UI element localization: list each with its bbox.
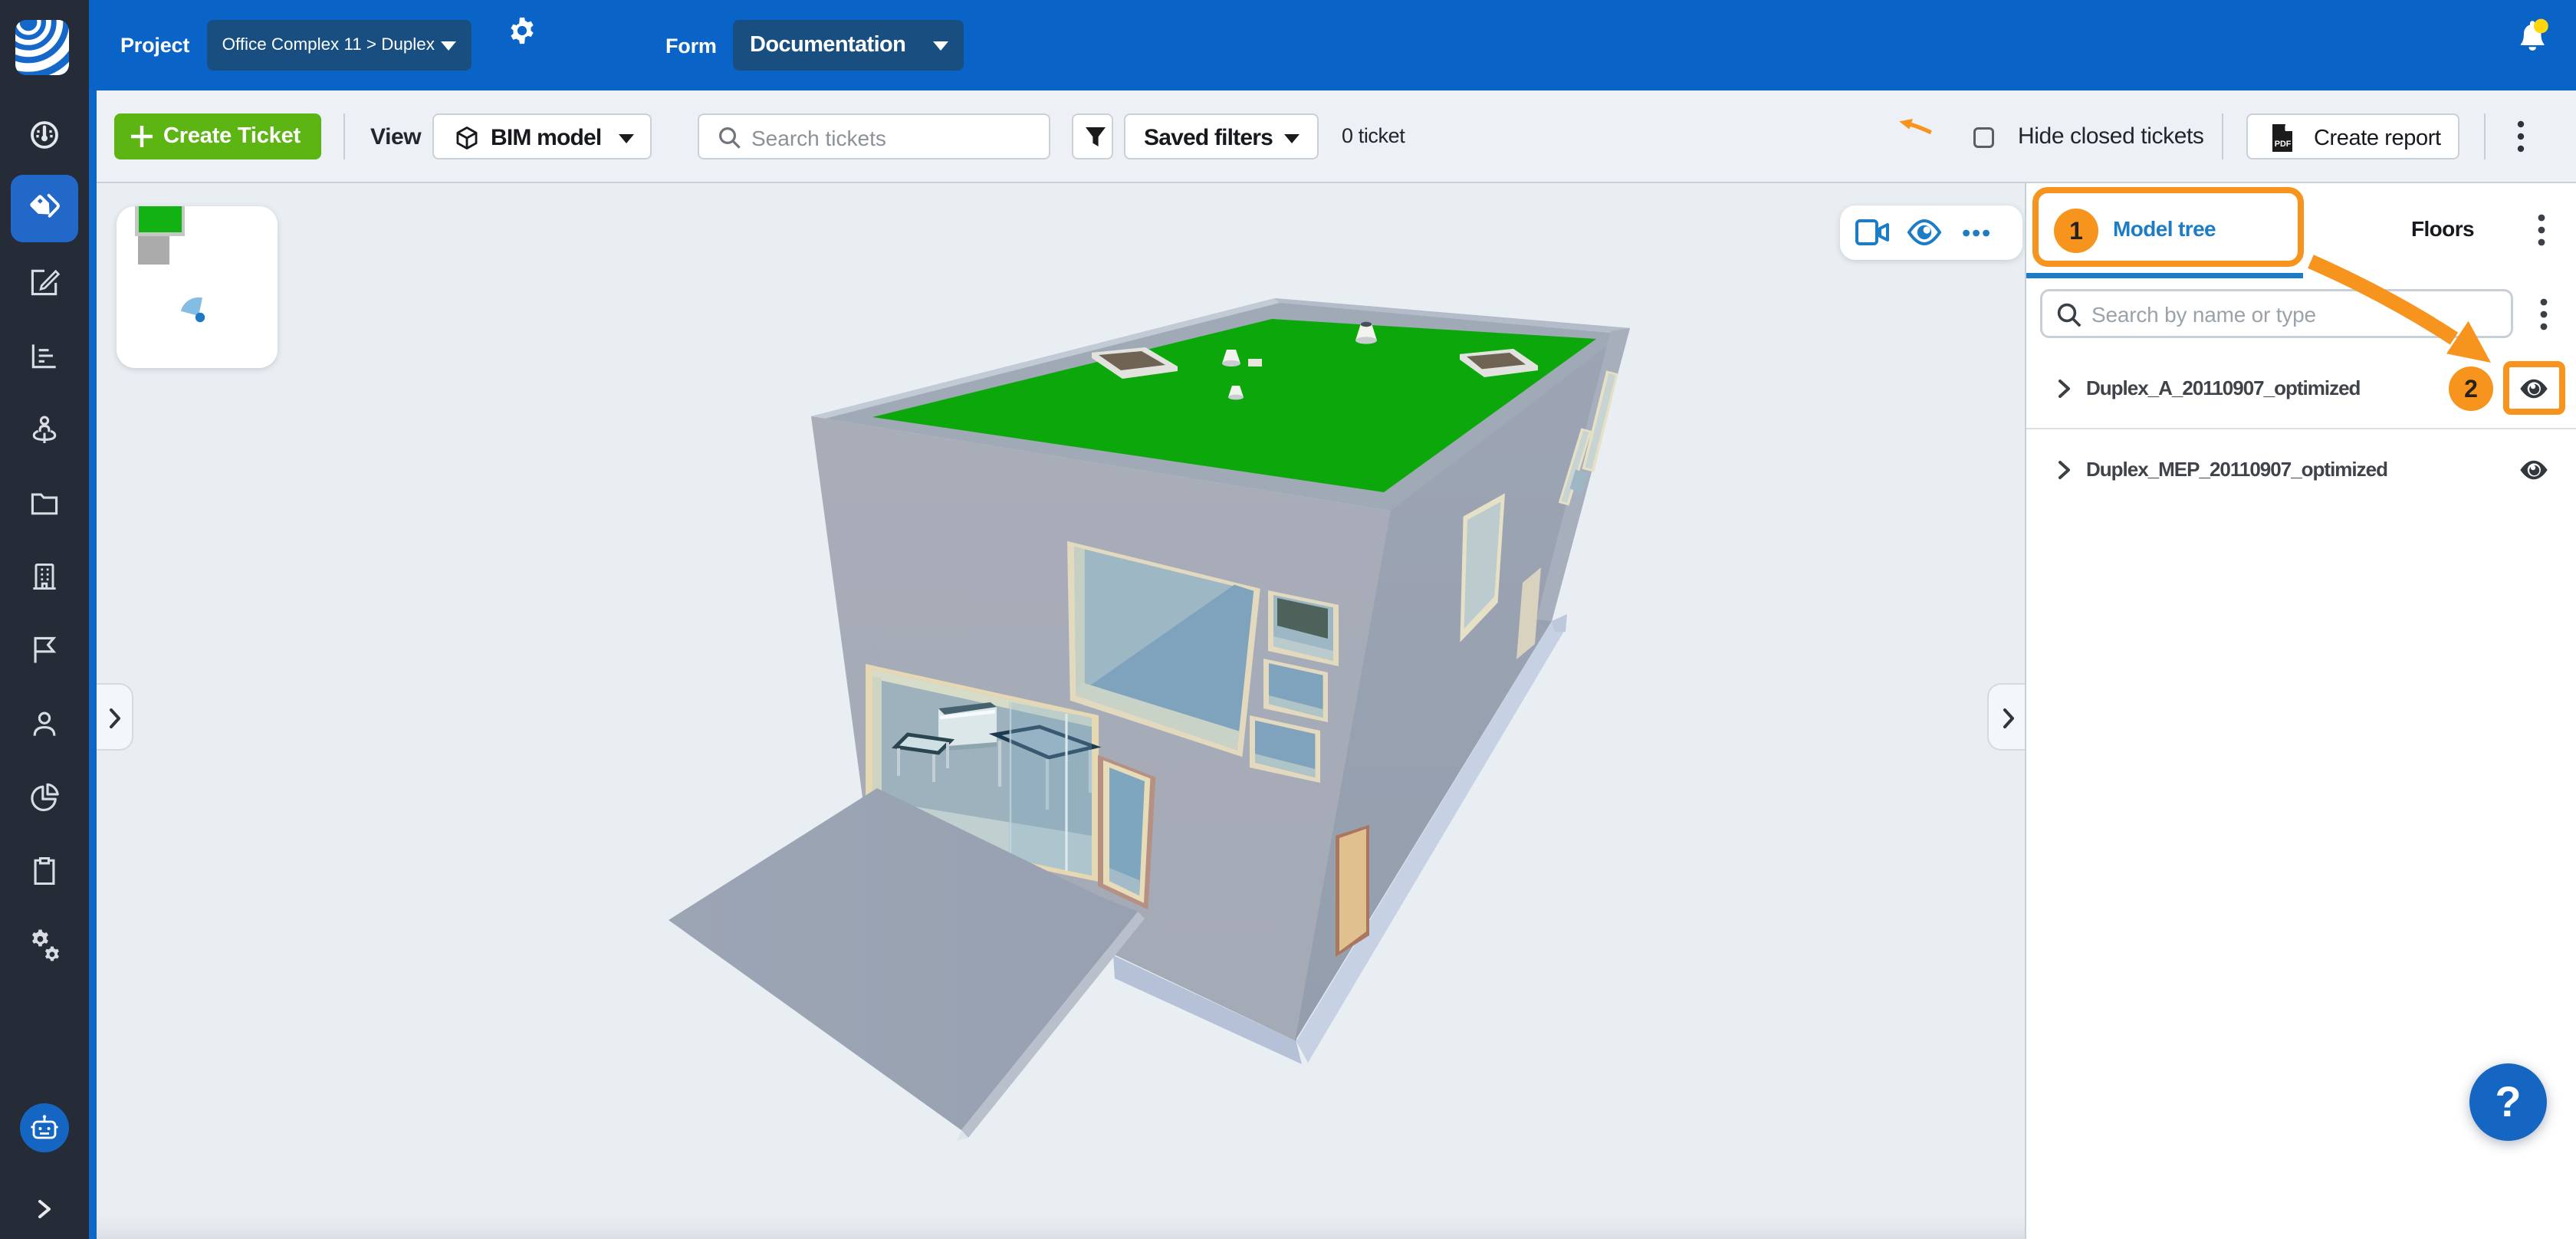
- svg-text:PDF: PDF: [2275, 140, 2292, 149]
